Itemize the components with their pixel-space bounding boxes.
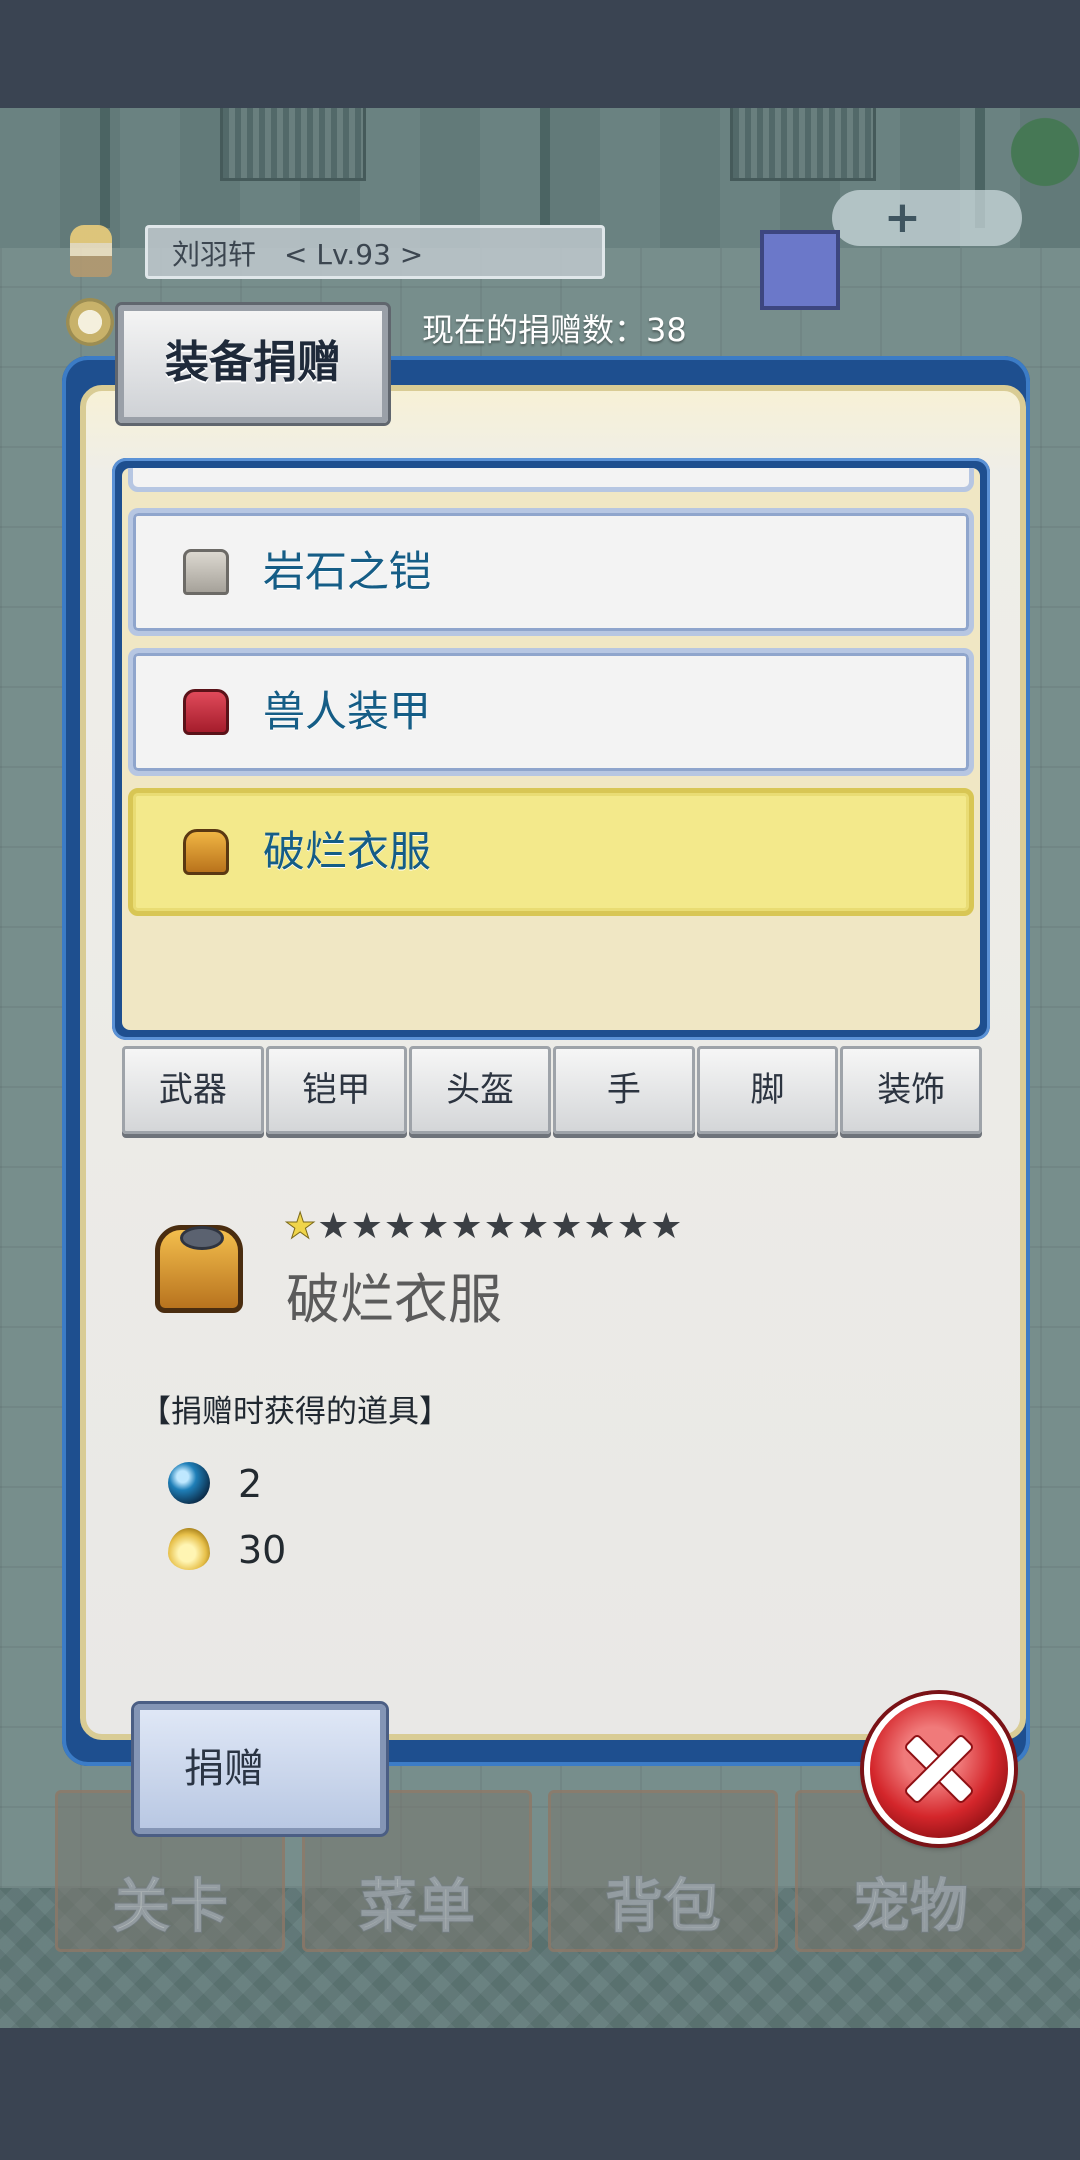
star-empty-icon: ★	[550, 1206, 584, 1247]
panel-title-tab: 装备捐赠	[118, 305, 388, 423]
list-item-label: 破烂衣服	[263, 827, 432, 876]
star-empty-icon: ★	[583, 1206, 617, 1247]
panel-title: 装备捐赠	[165, 337, 341, 388]
ragged-clothes-icon	[183, 829, 229, 875]
plus-icon: +	[884, 192, 921, 243]
star-empty-icon: ★	[383, 1206, 418, 1247]
star-empty-icon: ★	[350, 1206, 384, 1247]
star-empty-icon: ★	[483, 1206, 517, 1247]
rarity-stars: ★★★★★★★★★★★★	[283, 1206, 684, 1248]
star-empty-icon: ★	[317, 1206, 351, 1247]
equipment-list-viewport[interactable]: 岩石之铠 兽人装甲 破烂衣服	[122, 468, 980, 1030]
list-item[interactable]	[128, 468, 974, 492]
star-empty-icon: ★	[650, 1206, 684, 1247]
ragged-clothes-icon	[155, 1225, 243, 1313]
list-item-label: 兽人装甲	[263, 687, 432, 736]
star-empty-icon: ★	[417, 1206, 451, 1247]
list-item-label: 岩石之铠	[263, 547, 432, 596]
star-filled-icon: ★	[283, 1206, 318, 1248]
reward-amount: 30	[238, 1528, 287, 1572]
category-tabs: 武器 铠甲 头盔 手 脚 装饰	[122, 1046, 983, 1138]
close-icon[interactable]	[864, 1694, 1014, 1844]
coin-icon	[66, 298, 114, 346]
item-name: 破烂衣服	[286, 1268, 502, 1331]
blue-orb-icon	[168, 1462, 210, 1504]
tab-armor[interactable]: 铠甲	[265, 1046, 408, 1134]
star-empty-icon: ★	[616, 1206, 651, 1247]
orc-armor-icon	[183, 689, 229, 735]
gift-box-icon[interactable]	[760, 230, 840, 310]
donate-button-label: 捐赠	[184, 1746, 264, 1792]
tab-foot[interactable]: 脚	[696, 1046, 839, 1134]
player-name-bar: 刘羽轩 < Lv.93 >	[145, 225, 605, 279]
donation-count: 现在的捐赠数：38	[422, 311, 687, 349]
rock-armor-icon	[183, 549, 229, 595]
gem-purchase-button[interactable]: +	[832, 190, 1022, 246]
list-item-selected[interactable]: 破烂衣服	[128, 788, 974, 916]
equipment-list[interactable]: 岩石之铠 兽人装甲 破烂衣服	[112, 458, 990, 1040]
list-item[interactable]: 兽人装甲	[128, 648, 974, 776]
nav-bag-button: 背包	[548, 1790, 778, 1952]
reward-heading: 【捐赠时获得的道具】	[140, 1394, 450, 1430]
player-avatar	[70, 225, 112, 277]
tab-helmet[interactable]: 头盔	[409, 1046, 552, 1134]
list-item[interactable]: 岩石之铠	[128, 508, 974, 636]
gold-drop-icon	[168, 1528, 210, 1570]
reward-amount: 2	[238, 1462, 263, 1506]
tab-hand[interactable]: 手	[553, 1046, 695, 1134]
tab-weapon[interactable]: 武器	[122, 1046, 264, 1134]
tab-accessory[interactable]: 装饰	[840, 1046, 983, 1134]
star-empty-icon: ★	[516, 1206, 551, 1247]
donate-button[interactable]: 捐赠	[134, 1704, 386, 1834]
star-empty-icon: ★	[450, 1206, 484, 1247]
